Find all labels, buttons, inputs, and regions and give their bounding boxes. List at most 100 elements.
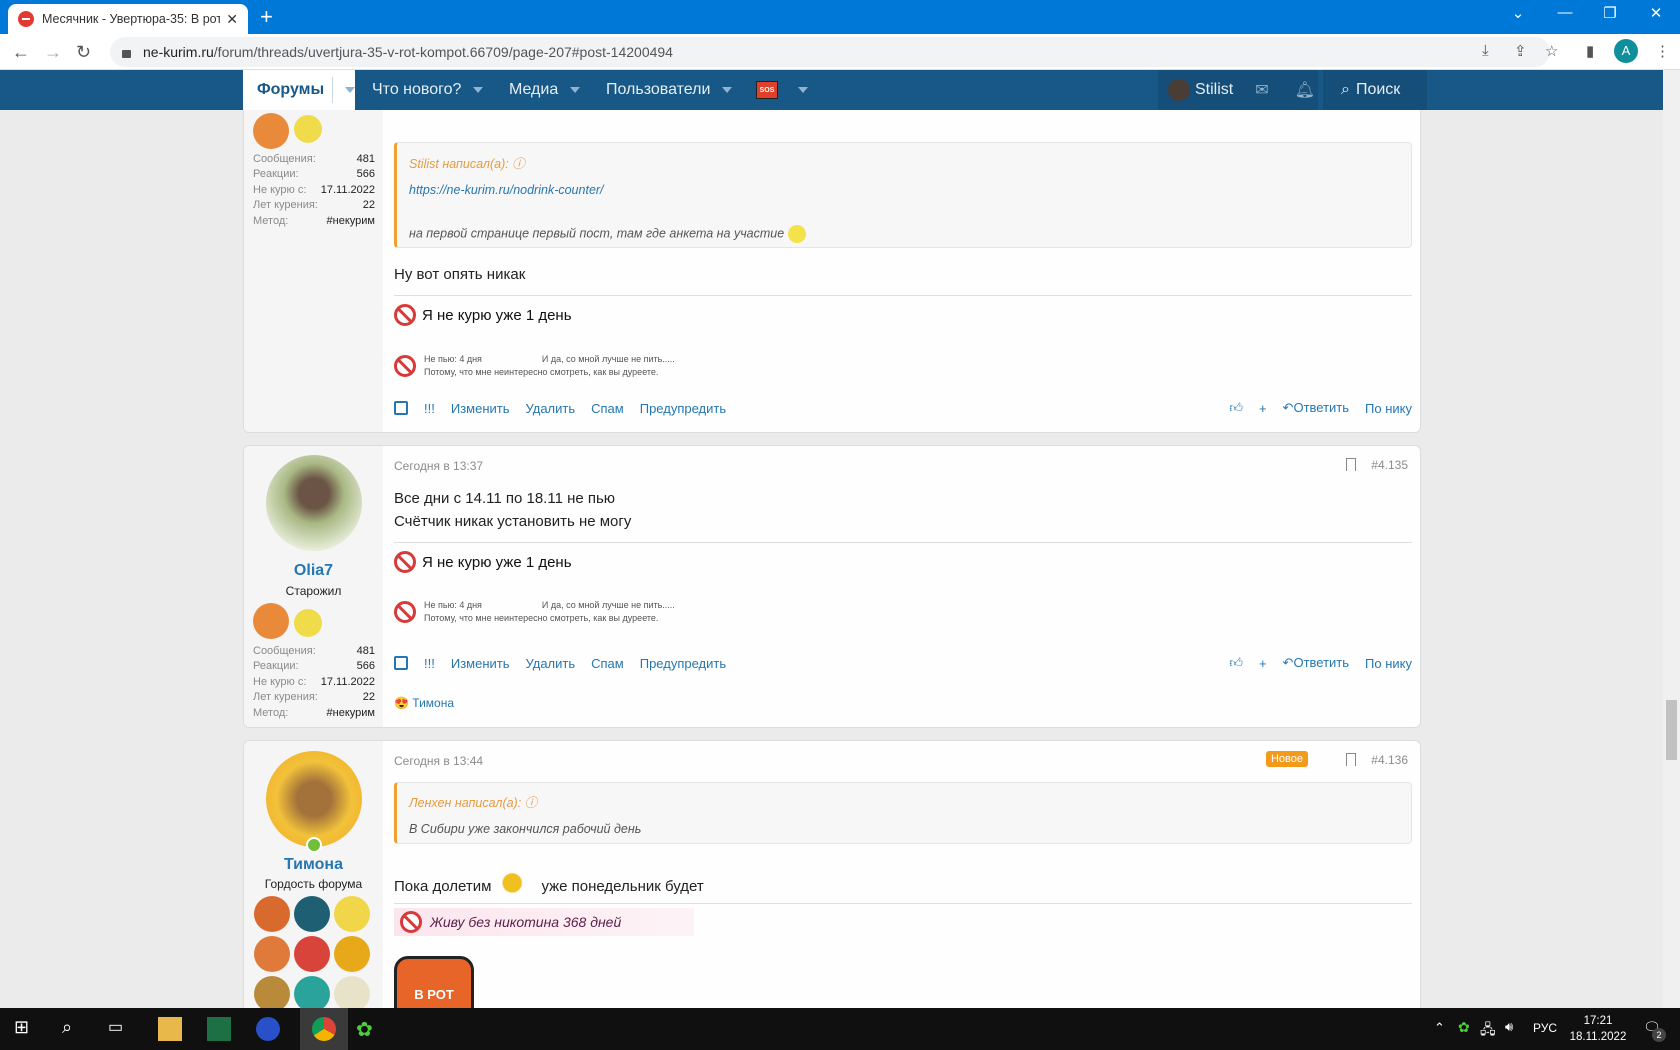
file-explorer-icon[interactable]	[158, 1017, 182, 1041]
nav-username[interactable]: Stilist	[1195, 81, 1233, 99]
signature-drink: Не пью: 4 дня И да, со мной лучше не пить…	[394, 599, 675, 625]
mail-icon[interactable]: ✉	[1255, 80, 1268, 100]
menu-icon[interactable]: ⋮	[1655, 42, 1670, 60]
nav-forums[interactable]: Форумы	[243, 70, 355, 110]
chevron-down-icon[interactable]	[722, 87, 733, 93]
report-button[interactable]: !!!	[424, 656, 435, 671]
url-host: ne-kurim.ru	[143, 44, 214, 60]
nav-user-area: Stilist ✉ 🔔︎	[1158, 70, 1318, 110]
user-title: Гордость форума	[264, 877, 363, 891]
edit-button[interactable]: Изменить	[451, 401, 510, 416]
quote-author[interactable]: Ленхен написал(а): ⓘ	[409, 792, 537, 811]
delete-button[interactable]: Удалить	[525, 656, 575, 671]
reactions-bar[interactable]: 😍 Тимона	[394, 696, 454, 710]
warn-button[interactable]: Предупредить	[640, 656, 726, 671]
reply-button[interactable]: ↶Ответить	[1283, 655, 1349, 671]
multiquote-button[interactable]: +	[1259, 401, 1267, 416]
spam-button[interactable]: Спам	[591, 656, 624, 671]
edit-button[interactable]: Изменить	[451, 656, 510, 671]
mountain-badge-icon	[294, 896, 330, 932]
warn-button[interactable]: Предупредить	[640, 401, 726, 416]
post-number[interactable]: #4.136	[1371, 753, 1408, 767]
windows-start-icon[interactable]: ⊞	[14, 1017, 38, 1041]
quote-block: Stilist написал(а): ⓘ https://ne-kurim.r…	[394, 142, 1412, 248]
excel-icon[interactable]	[207, 1017, 231, 1041]
url-input[interactable]: ne-kurim.ru /forum/threads/uvertjura-35-…	[110, 37, 1550, 67]
report-button[interactable]: !!!	[424, 401, 435, 416]
page-scrollbar[interactable]	[1663, 70, 1680, 1008]
like-icon[interactable]: 👍︎	[1229, 655, 1243, 671]
icq-icon[interactable]: ✿	[356, 1017, 380, 1041]
nav-search[interactable]: ⌕ Поиск	[1323, 70, 1427, 110]
post-date[interactable]: Сегодня в 13:44	[394, 754, 483, 768]
stat-messages: Сообщения: 481	[253, 645, 375, 657]
signature-drink: Не пью: 4 дня И да, со мной лучше не пить…	[394, 353, 675, 379]
restore-button[interactable]: ❐	[1590, 4, 1630, 22]
search-icon[interactable]: ⌕	[62, 1017, 86, 1041]
user-avatar[interactable]	[266, 751, 362, 847]
by-nick-button[interactable]: По нику	[1365, 401, 1412, 416]
select-checkbox[interactable]	[394, 401, 408, 415]
like-icon[interactable]: 👍︎	[1229, 400, 1243, 416]
minimize-button[interactable]: —	[1545, 4, 1585, 21]
select-checkbox[interactable]	[394, 656, 408, 670]
nav-sos[interactable]: SOS	[756, 70, 808, 110]
task-view-icon[interactable]: ▭	[108, 1017, 132, 1041]
back-button[interactable]: ←	[12, 42, 30, 63]
new-tab-button[interactable]: +	[260, 4, 273, 30]
sos-icon: SOS	[756, 81, 778, 99]
chrome-taskbar-active[interactable]	[300, 1008, 348, 1050]
chevron-down-icon[interactable]	[798, 87, 808, 93]
reply-button[interactable]: ↶Ответить	[1283, 400, 1349, 416]
nav-whats-new[interactable]: Что нового?	[372, 70, 484, 110]
user-avatar[interactable]	[266, 455, 362, 551]
by-nick-button[interactable]: По нику	[1365, 656, 1412, 671]
tray-expand-icon[interactable]: ⌃	[1434, 1020, 1445, 1036]
close-window-button[interactable]: ✕	[1636, 4, 1676, 22]
browser-tab[interactable]: Месячник - Увертюра-35: В рот ✕	[8, 4, 248, 34]
username[interactable]: Olia7	[244, 562, 383, 580]
glass-badge-icon	[294, 976, 330, 1012]
thumbs-up-badge-icon	[254, 936, 290, 972]
icq-tray-icon[interactable]: ✿	[1458, 1019, 1470, 1036]
install-icon[interactable]: ⤓	[1482, 42, 1489, 59]
quote-author[interactable]: Stilist написал(а): ⓘ	[409, 153, 525, 172]
multiquote-button[interactable]: +	[1259, 656, 1267, 671]
delete-button[interactable]: Удалить	[525, 401, 575, 416]
bookmark-icon[interactable]	[1346, 458, 1356, 471]
post-number[interactable]: #4.135	[1371, 458, 1408, 472]
profile-avatar[interactable]: A	[1614, 39, 1638, 63]
quote-text: В Сибири уже закончился рабочий день	[409, 822, 642, 836]
language-indicator[interactable]: РУС	[1533, 1021, 1557, 1035]
chevron-down-icon[interactable]	[473, 87, 484, 93]
user-column: Olia7 Старожил Сообщения: 481 Реакции: 566…	[244, 446, 383, 727]
tab-search-icon[interactable]: ⌄	[1498, 4, 1538, 22]
spam-button[interactable]: Спам	[591, 401, 624, 416]
bookmark-icon[interactable]	[1346, 753, 1356, 766]
notifications-icon[interactable]: 🗨︎ 2	[1643, 1019, 1666, 1042]
app-icon[interactable]	[256, 1017, 280, 1041]
share-icon[interactable]: ⇪	[1514, 42, 1527, 60]
side-panel-icon[interactable]: ▮	[1586, 42, 1594, 60]
chevron-down-icon[interactable]	[570, 87, 581, 93]
username[interactable]: Тимона	[244, 856, 383, 874]
quote-link[interactable]: https://ne-kurim.ru/nodrink-counter/	[409, 183, 604, 197]
user-avatar[interactable]	[1168, 79, 1190, 101]
no-drinking-icon	[394, 601, 416, 623]
scrollbar-thumb[interactable]	[1666, 700, 1677, 760]
stat-years: Лет курения: 22	[253, 199, 375, 211]
chrome-icon	[312, 1017, 336, 1041]
volume-icon[interactable]: 🔊︎	[1505, 1019, 1513, 1035]
bookmark-star-icon[interactable]: ☆	[1545, 42, 1558, 60]
network-icon[interactable]: 🖧︎	[1480, 1019, 1496, 1043]
post-date[interactable]: Сегодня в 13:37	[394, 459, 483, 473]
reload-button[interactable]: ↻	[76, 42, 91, 63]
close-tab-icon[interactable]: ✕	[226, 11, 238, 28]
clock[interactable]: 17:21 18.11.2022	[1568, 1013, 1628, 1045]
nav-label: Медиа	[509, 81, 559, 98]
bell-icon[interactable]: 🔔︎	[1295, 80, 1315, 100]
forward-button[interactable]: →	[44, 42, 62, 63]
nav-media[interactable]: Медиа	[509, 70, 581, 110]
chevron-down-icon[interactable]	[345, 87, 355, 93]
nav-users[interactable]: Пользователи	[606, 70, 733, 110]
